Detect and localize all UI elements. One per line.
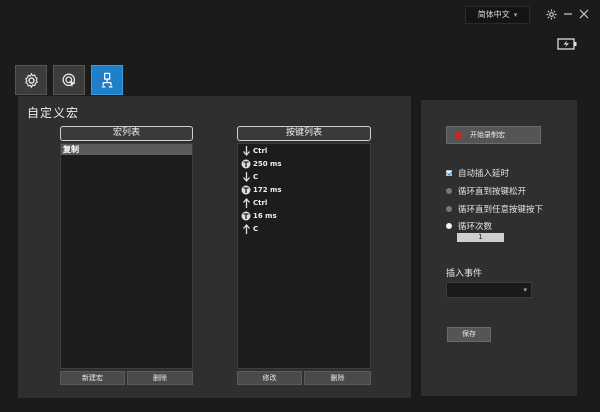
- key-event-text: Ctrl: [253, 147, 268, 156]
- chevron-down-icon: ▾: [513, 11, 518, 19]
- gear-icon: [545, 8, 557, 20]
- delete-key-button[interactable]: 删除: [304, 371, 371, 385]
- loop-until-any-key-label: 循环直到任意按键按下: [458, 205, 544, 215]
- key-event-text: C: [253, 224, 259, 233]
- key-event-text: C: [253, 173, 259, 182]
- tab-macro[interactable]: [91, 65, 123, 95]
- macro-list-header: 宏列表: [60, 126, 193, 141]
- save-button[interactable]: 保存: [447, 327, 491, 342]
- key-event-row[interactable]: C: [238, 171, 370, 184]
- auto-delay-option[interactable]: 自动插入延时: [446, 167, 509, 179]
- modify-key-button[interactable]: 修改: [237, 371, 302, 385]
- key-event-row[interactable]: Ctrl: [238, 197, 370, 210]
- insert-event-select[interactable]: ▾: [446, 282, 532, 298]
- key-event-text: 172 ms: [253, 186, 282, 195]
- target-click-icon: [61, 72, 76, 87]
- settings-button[interactable]: [544, 6, 558, 22]
- delay-timer-icon: [241, 185, 251, 195]
- battery-charging-icon: [557, 38, 578, 53]
- key-event-row[interactable]: 250 ms: [238, 158, 370, 171]
- loop-count-input[interactable]: 1: [457, 233, 504, 242]
- gear-icon: [24, 72, 38, 88]
- key-up-arrow-icon: [241, 223, 251, 234]
- macro-list[interactable]: 复制: [60, 143, 193, 369]
- page-title: 自定义宏: [27, 106, 80, 120]
- key-down-arrow-icon: [241, 172, 251, 183]
- delay-timer-icon: [241, 211, 251, 221]
- key-event-row[interactable]: 16 ms: [238, 209, 370, 222]
- auto-delay-checkbox[interactable]: [446, 170, 452, 176]
- close-button[interactable]: [577, 6, 591, 22]
- loop-until-any-key-option[interactable]: 循环直到任意按键按下: [446, 203, 543, 215]
- close-icon: [579, 9, 589, 19]
- loop-until-any-key-radio[interactable]: [446, 206, 452, 212]
- key-event-row[interactable]: C: [238, 222, 370, 235]
- key-list[interactable]: Ctrl 250 ms C 172 ms Ctrl 16 ms C: [237, 143, 371, 369]
- loop-count-label: 循环次数: [458, 222, 493, 232]
- loop-until-release-option[interactable]: 循环直到按键松开: [446, 185, 526, 197]
- minimize-icon: [564, 13, 572, 15]
- key-list-header: 按键列表: [237, 126, 371, 141]
- key-event-text: Ctrl: [253, 199, 268, 207]
- key-event-text: 16 ms: [253, 211, 277, 220]
- list-item[interactable]: 复制: [61, 144, 192, 155]
- delay-timer-icon: [241, 159, 251, 169]
- key-event-row[interactable]: Ctrl: [238, 145, 370, 158]
- loop-until-release-radio[interactable]: [446, 188, 452, 194]
- macro-settings-panel: [421, 100, 577, 396]
- chevron-down-icon: ▾: [523, 286, 527, 294]
- minimize-button[interactable]: [561, 6, 575, 22]
- insert-event-label: 插入事件: [446, 269, 483, 279]
- start-record-macro-button[interactable]: 开始录制宏: [446, 126, 541, 144]
- loop-count-radio[interactable]: [446, 223, 452, 229]
- loop-count-option[interactable]: 循环次数: [446, 220, 492, 232]
- key-down-arrow-icon: [241, 146, 251, 157]
- key-up-arrow-icon: [241, 198, 251, 208]
- tab-settings[interactable]: [15, 65, 47, 95]
- macro-icon: [101, 72, 112, 88]
- key-event-text: 250 ms: [253, 160, 282, 169]
- key-event-row[interactable]: 172 ms: [238, 184, 370, 197]
- new-macro-button[interactable]: 新建宏: [60, 371, 125, 385]
- delete-macro-button[interactable]: 删除: [127, 371, 193, 385]
- tab-sensitivity[interactable]: [53, 65, 85, 95]
- auto-delay-label: 自动插入延时: [458, 169, 510, 179]
- record-dot-icon: [455, 131, 462, 139]
- language-select[interactable]: 简体中文 ▾: [465, 6, 530, 24]
- language-select-value: 简体中文: [477, 10, 510, 19]
- record-button-label: 开始录制宏: [470, 131, 505, 139]
- loop-until-release-label: 循环直到按键松开: [458, 187, 527, 197]
